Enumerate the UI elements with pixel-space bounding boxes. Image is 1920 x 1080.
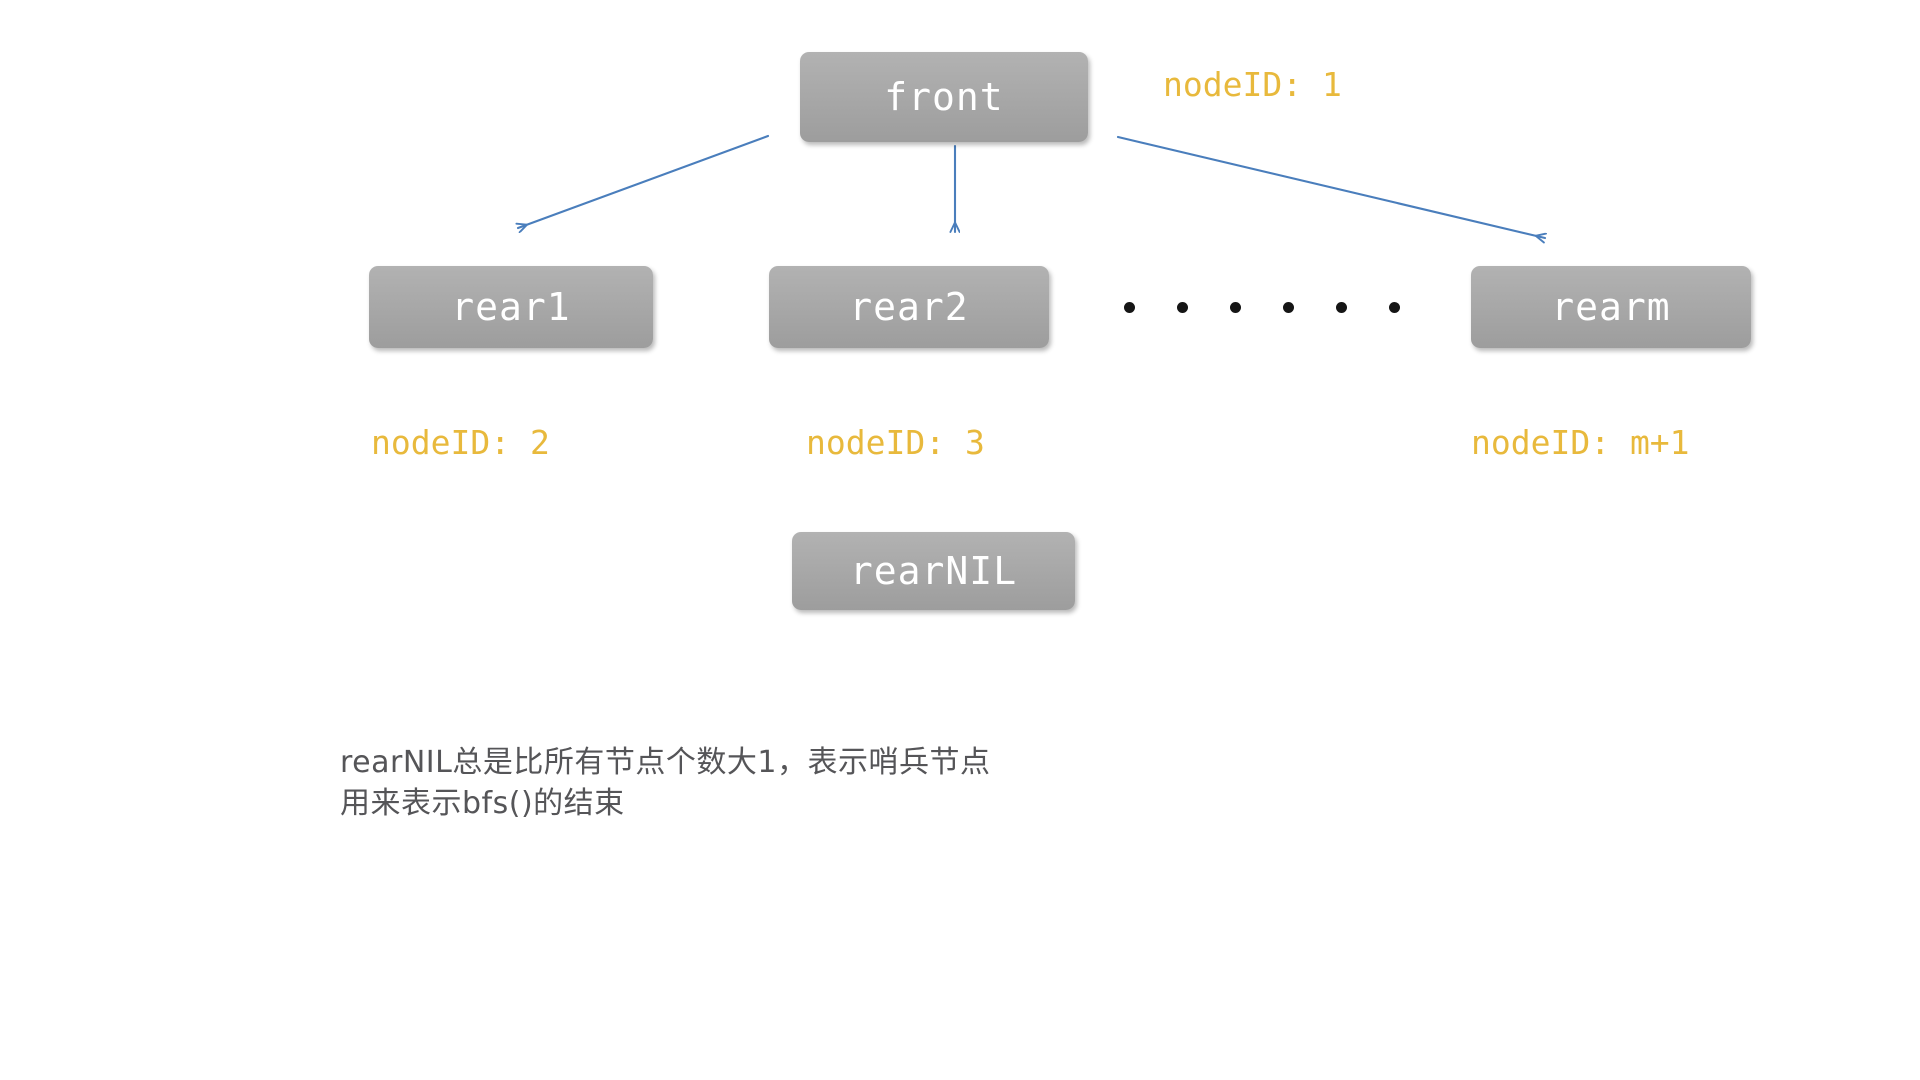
ellipsis-dot [1336, 302, 1347, 313]
node-rear1-nodeid: nodeID: 2 [371, 423, 550, 462]
node-rear1-label: rear1 [451, 285, 571, 329]
ellipsis-dot [1230, 302, 1241, 313]
node-rear2-label: rear2 [849, 285, 969, 329]
node-rear1[interactable]: rear1 [369, 266, 653, 348]
node-rearnil-label: rearNIL [849, 549, 1018, 593]
node-rear2-nodeid: nodeID: 3 [806, 423, 985, 462]
ellipsis-dot [1124, 302, 1135, 313]
ellipsis-dot [1389, 302, 1400, 313]
node-front[interactable]: front [800, 52, 1088, 142]
node-rearm-label: rearm [1551, 285, 1671, 329]
caption-text: rearNIL总是比所有节点个数大1，表示哨兵节点 用来表示bfs()的结束 [340, 745, 991, 822]
arrow-front-to-rearm [1116, 135, 1545, 238]
diagram-canvas: front nodeID: 1 rear1 nodeID: 2 rear2 no… [0, 0, 1920, 1080]
ellipsis-dots [1124, 302, 1400, 313]
ellipsis-dot [1177, 302, 1188, 313]
ellipsis-dot [1283, 302, 1294, 313]
node-rearm-nodeid: nodeID: m+1 [1471, 423, 1690, 462]
node-rearnil[interactable]: rearNIL [792, 532, 1075, 610]
arrow-front-to-rear1 [518, 134, 770, 228]
node-front-nodeid: nodeID: 1 [1163, 65, 1342, 104]
node-front-label: front [884, 75, 1004, 119]
node-rearm[interactable]: rearm [1471, 266, 1751, 348]
node-rear2[interactable]: rear2 [769, 266, 1049, 348]
